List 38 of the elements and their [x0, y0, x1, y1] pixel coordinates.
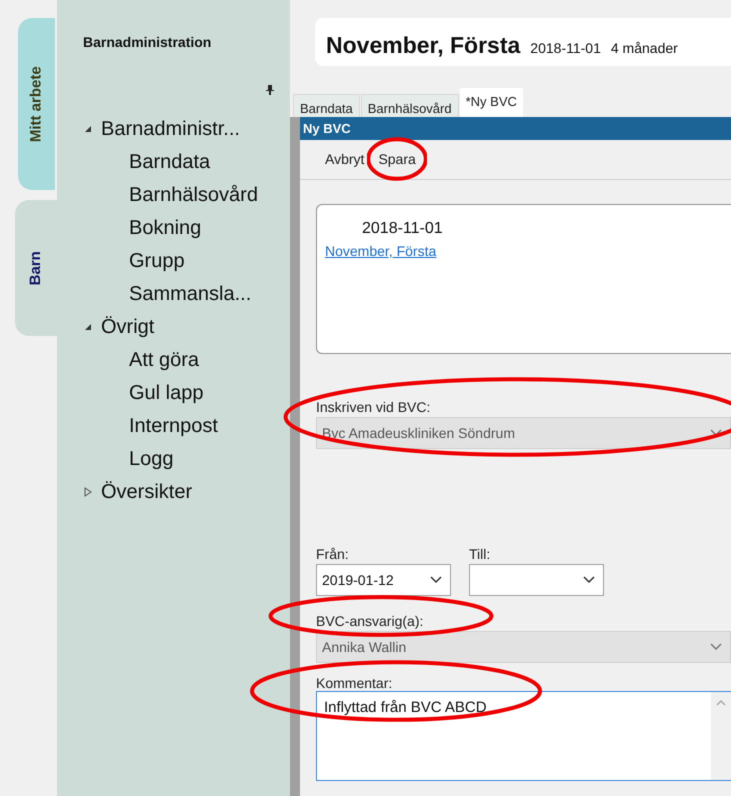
tree-item[interactable]: Att göra — [129, 344, 200, 374]
sidebar-title: Barnadministration — [83, 33, 212, 52]
panel-title-bar: Ny BVC — [300, 117, 731, 140]
tree-item[interactable]: Gul lapp — [129, 378, 204, 408]
field-label: Från: — [316, 545, 350, 564]
tab[interactable]: *Ny BVC — [460, 88, 523, 117]
tree-item[interactable]: Översikter — [101, 476, 192, 506]
collapse-triangle-icon[interactable] — [83, 124, 93, 134]
tree-item[interactable]: Barnhälsovård — [129, 180, 258, 210]
chevron-down-icon[interactable] — [430, 576, 442, 584]
pin-icon[interactable] — [266, 85, 274, 95]
tree-item[interactable]: Grupp — [129, 246, 185, 276]
field-label: Kommentar: — [316, 674, 394, 691]
patient-age: 4 månader — [610, 39, 678, 58]
tree-item[interactable]: Sammansla... — [129, 278, 252, 308]
tree-item[interactable]: Logg — [129, 444, 174, 474]
tab[interactable]: Barndata — [293, 94, 360, 117]
dropdown[interactable]: 2019-01-12 — [316, 564, 451, 596]
comment-field[interactable]: Inflyttad från BVC ABCD — [316, 691, 731, 781]
expand-triangle-icon[interactable] — [83, 486, 93, 496]
tree-item[interactable]: Internpost — [129, 410, 218, 440]
tree-item[interactable]: Bokning — [129, 212, 202, 242]
tree-item[interactable]: Barnadministr... — [101, 114, 240, 144]
side-tab[interactable]: Barn — [15, 200, 57, 336]
patient-link[interactable]: November, Första — [325, 241, 436, 262]
tree-item[interactable]: Övrigt — [101, 312, 154, 342]
collapse-triangle-icon[interactable] — [83, 322, 93, 332]
tree-item[interactable]: Barndata — [129, 146, 210, 176]
field-label: BVC-ansvarig(a): — [316, 612, 424, 631]
visit-date: 2018-11-01 — [361, 219, 444, 239]
side-tab[interactable]: Mitt arbete — [18, 18, 55, 190]
patient-name: November, Första — [326, 31, 520, 60]
birth-date: 2018-11-01 — [530, 39, 601, 58]
chevron-down-icon[interactable] — [583, 576, 595, 584]
field-label: Inskriven vid BVC: — [316, 398, 432, 417]
field-label: Till: — [469, 545, 492, 564]
toolbar-button[interactable]: Avbryt — [322, 147, 368, 172]
tab[interactable]: Barnhälsovård — [360, 94, 459, 117]
